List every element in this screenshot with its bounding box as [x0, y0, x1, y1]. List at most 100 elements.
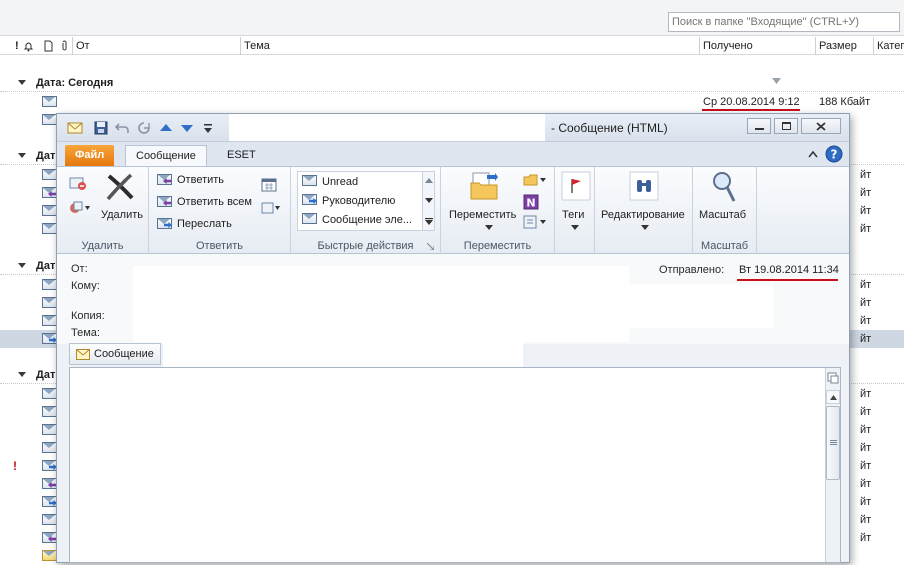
redacted-region [627, 284, 773, 328]
group-header-today[interactable]: Дата: Сегодня [0, 74, 904, 92]
svg-text:?: ? [831, 148, 838, 162]
gallery-more-icon[interactable] [425, 218, 433, 225]
message-size: йт [860, 424, 872, 436]
undo-icon[interactable] [115, 121, 129, 135]
collapse-triangle-icon[interactable] [18, 263, 26, 268]
search-bar [0, 0, 904, 36]
move-button[interactable]: Переместить [449, 209, 516, 221]
envelope-forwarded-icon [42, 460, 57, 471]
more-respond-icon[interactable] [261, 201, 281, 215]
search-input[interactable] [668, 12, 900, 32]
envelope-icon [42, 514, 57, 525]
scroll-thumb[interactable] [826, 406, 840, 480]
chevron-down-icon [571, 225, 579, 230]
cleanup-icon[interactable] [69, 199, 91, 215]
window-titlebar[interactable]: - Сообщение (HTML) [57, 114, 849, 142]
envelope-icon [42, 424, 57, 435]
message-size: йт [860, 279, 872, 291]
maximize-button[interactable] [774, 118, 798, 134]
message-size: 188 Кбайт [819, 96, 871, 108]
redo-icon[interactable] [137, 121, 151, 135]
group-label: Удалить [81, 240, 124, 252]
group-header-label: Дат [36, 260, 56, 272]
collapse-triangle-icon[interactable] [18, 372, 26, 377]
high-importance-icon: ! [13, 459, 17, 473]
help-icon[interactable]: ? [825, 145, 843, 163]
unread-envelope-icon [302, 175, 317, 186]
scroll-up-button[interactable] [826, 390, 840, 404]
envelope-unread-icon [42, 550, 57, 561]
subject-label: Тема: [71, 327, 100, 339]
message-size: йт [860, 442, 872, 454]
next-item-icon[interactable] [180, 121, 194, 135]
envelope-icon [42, 169, 57, 180]
message-body-tab[interactable]: Сообщение [69, 343, 161, 365]
actions-icon[interactable] [523, 215, 547, 229]
message-size: йт [860, 406, 872, 418]
quick-step-item[interactable]: Сообщение эле... [322, 214, 412, 226]
vertical-scrollbar[interactable] [825, 368, 840, 562]
meeting-icon[interactable] [261, 177, 277, 193]
editing-button[interactable]: Редактирование [601, 209, 685, 221]
received-column-header[interactable]: Получено [699, 37, 815, 55]
collapse-ribbon-icon[interactable] [808, 150, 818, 158]
rules-icon[interactable] [523, 173, 547, 187]
zoom-button[interactable]: Масштаб [699, 209, 746, 221]
size-column-header[interactable]: Размер [815, 37, 873, 55]
binoculars-icon[interactable] [629, 171, 659, 201]
delete-x-icon[interactable] [105, 173, 135, 201]
customize-toolbar-icon[interactable] [203, 121, 213, 135]
scroll-up-icon[interactable] [425, 178, 433, 183]
importance-column-header[interactable]: ! [12, 37, 22, 55]
envelope-icon [67, 122, 83, 134]
quick-step-item[interactable]: Unread [322, 176, 358, 188]
group-label: Масштаб [700, 240, 749, 252]
message-window: - Сообщение (HTML) Файл Сообщение ESET ?… [56, 113, 850, 563]
gallery-scroll[interactable] [422, 172, 434, 230]
group-header-label: Дат [36, 369, 56, 381]
reply-all-button[interactable]: Ответить всем [177, 196, 252, 208]
subject-column-header[interactable]: Тема [240, 37, 699, 55]
chevron-down-icon [485, 225, 493, 230]
move-folder-icon[interactable] [469, 171, 499, 201]
close-button[interactable] [801, 118, 841, 134]
message-size: йт [860, 333, 872, 345]
quick-steps-group: Unread Руководителю Сообщение эле... Быс… [291, 167, 441, 254]
ignore-icon[interactable] [69, 175, 87, 191]
reply-button[interactable]: Ответить [177, 174, 224, 186]
magnifier-icon[interactable] [711, 170, 737, 204]
to-manager-icon [302, 194, 317, 205]
attachment-clip-icon[interactable] [60, 40, 69, 52]
quick-step-item[interactable]: Руководителю [322, 195, 395, 207]
collapse-triangle-icon[interactable] [18, 153, 26, 158]
reminder-bell-icon[interactable] [24, 40, 33, 52]
save-icon[interactable] [94, 121, 108, 135]
scroll-down-icon[interactable] [425, 198, 433, 203]
forward-button[interactable]: Переслать [177, 218, 232, 230]
delete-button[interactable]: Удалить [101, 209, 143, 221]
flag-icon[interactable] [561, 171, 591, 201]
onenote-icon[interactable]: N [523, 194, 539, 210]
ribbon-tabs: Файл Сообщение ESET ? [57, 142, 849, 166]
message-size: йт [860, 496, 872, 508]
view-toggle-icon[interactable] [827, 372, 839, 384]
message-tab-label: Сообщение [94, 348, 154, 360]
categories-column-header[interactable]: Катег [873, 37, 904, 55]
envelope-icon [42, 279, 57, 290]
sent-value: Вт 19.08.2014 11:34 [739, 264, 839, 276]
tags-button[interactable]: Теги [562, 209, 584, 221]
previous-item-icon[interactable] [159, 121, 173, 135]
message-body[interactable] [69, 367, 841, 563]
tab-eset[interactable]: ESET [217, 145, 266, 166]
item-type-icon[interactable] [44, 40, 53, 52]
tab-message[interactable]: Сообщение [125, 145, 207, 166]
envelope-icon [42, 297, 57, 308]
tab-file[interactable]: Файл [65, 145, 115, 166]
minimize-button[interactable] [747, 118, 771, 134]
collapse-triangle-icon[interactable] [18, 80, 26, 85]
group-label: Переместить [463, 240, 532, 252]
envelope-icon [42, 388, 57, 399]
redacted-region [133, 266, 629, 342]
quick-steps-gallery: Unread Руководителю Сообщение эле... [297, 171, 435, 231]
from-column-header[interactable]: От [72, 37, 240, 55]
